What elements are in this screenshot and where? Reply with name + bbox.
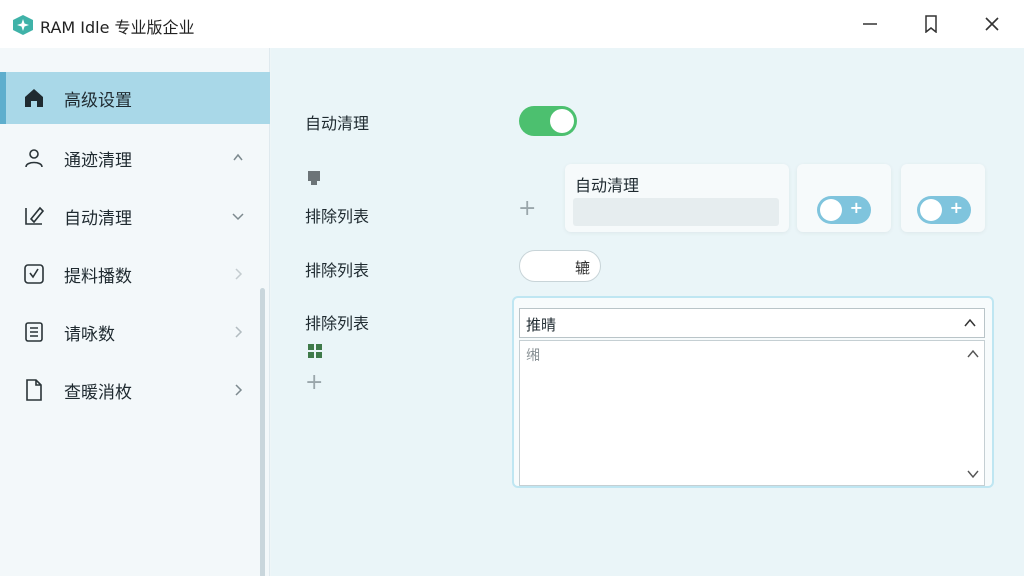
auto-clean-label: 自动清理	[305, 114, 370, 133]
auto-clean-toggle[interactable]	[519, 106, 577, 136]
sidebar-item-label: 高级设置	[64, 90, 132, 111]
scroll-up-icon[interactable]	[966, 347, 980, 361]
edit-icon	[25, 206, 45, 225]
sidebar-item-label: 自动清理	[64, 208, 132, 229]
sidebar-item-label: 提料播数	[64, 266, 132, 287]
close-button[interactable]	[972, 8, 1012, 40]
main-panel: 自动清理 排除列表 + 自动清理 + + 排除列表 辘 排除列表 + 推晴 缃	[271, 48, 1024, 576]
plus-icon: +	[949, 198, 963, 217]
blue-toggle-2[interactable]: +	[917, 196, 971, 224]
auto-clean-card: 自动清理	[565, 164, 789, 232]
card-input[interactable]	[573, 198, 779, 226]
user-icon	[25, 149, 43, 168]
app-title: RAM Idle 专业版企业	[40, 18, 195, 37]
chevron-up-icon	[233, 153, 243, 161]
toggle-knob	[820, 199, 842, 221]
exclude-list-label-3: 排除列表	[305, 314, 370, 333]
blue-toggle-1[interactable]: +	[817, 196, 871, 224]
add-icon[interactable]: +	[518, 196, 536, 221]
chevron-right-icon	[235, 268, 243, 280]
exclude-listbox[interactable]: 缃	[519, 340, 985, 486]
add-icon[interactable]: +	[305, 370, 323, 395]
sidebar-item-label: 查暖消枚	[64, 382, 132, 403]
maximize-button[interactable]	[911, 8, 951, 40]
chevron-right-icon	[235, 384, 243, 396]
chevron-right-icon	[235, 326, 243, 338]
sidebar-item-params[interactable]: 提料播数	[0, 248, 270, 300]
windows-icon	[308, 344, 322, 358]
pill-input[interactable]: 辘	[519, 250, 601, 282]
close-icon	[985, 17, 999, 31]
card-title: 自动清理	[575, 176, 640, 195]
checkbox-icon	[24, 264, 44, 284]
exclude-combo[interactable]: 推晴	[519, 308, 985, 338]
sidebar-item-label: 请咏数	[64, 324, 115, 345]
sidebar-item-logs[interactable]: 查暖消枚	[0, 364, 270, 416]
app-logo-icon	[13, 15, 33, 35]
sidebar-item-auto-clean[interactable]: 自动清理	[0, 190, 270, 242]
exclude-list-label-1: 排除列表	[305, 207, 370, 226]
toggle-knob	[550, 109, 574, 133]
document-icon	[26, 379, 42, 401]
sidebar-item-trace-clean[interactable]: 通迹清理	[0, 132, 270, 184]
chevron-up-icon	[964, 318, 976, 327]
pill-input-value: 辘	[574, 259, 590, 277]
minimize-icon	[863, 23, 877, 25]
list-icon	[25, 322, 43, 342]
home-icon	[25, 89, 43, 107]
small-doc-icon	[308, 171, 320, 185]
toggle-card-1: +	[797, 164, 891, 232]
plus-icon: +	[849, 198, 863, 217]
title-bar: RAM Idle 专业版企业	[0, 0, 1024, 48]
sidebar-scrollbar[interactable]	[260, 288, 265, 576]
toggle-card-2: +	[901, 164, 985, 232]
minimize-button[interactable]	[850, 8, 890, 40]
toggle-knob	[920, 199, 942, 221]
scroll-down-icon[interactable]	[966, 467, 980, 481]
maximize-icon	[925, 15, 937, 33]
sidebar-item-label: 通迹清理	[64, 150, 132, 171]
listbox-scrollbar[interactable]	[964, 341, 984, 487]
sidebar-item-counts[interactable]: 请咏数	[0, 306, 270, 358]
sidebar-item-advanced-settings[interactable]: 高级设置	[0, 72, 270, 124]
sidebar: 高级设置 通迹清理 自动清理 提料播数 请咏数 查暖消枚	[0, 48, 270, 576]
chevron-down-icon	[232, 213, 244, 221]
list-item[interactable]: 缃	[526, 345, 540, 365]
exclude-list-label-2: 排除列表	[305, 261, 370, 280]
combo-value: 推晴	[526, 316, 557, 334]
